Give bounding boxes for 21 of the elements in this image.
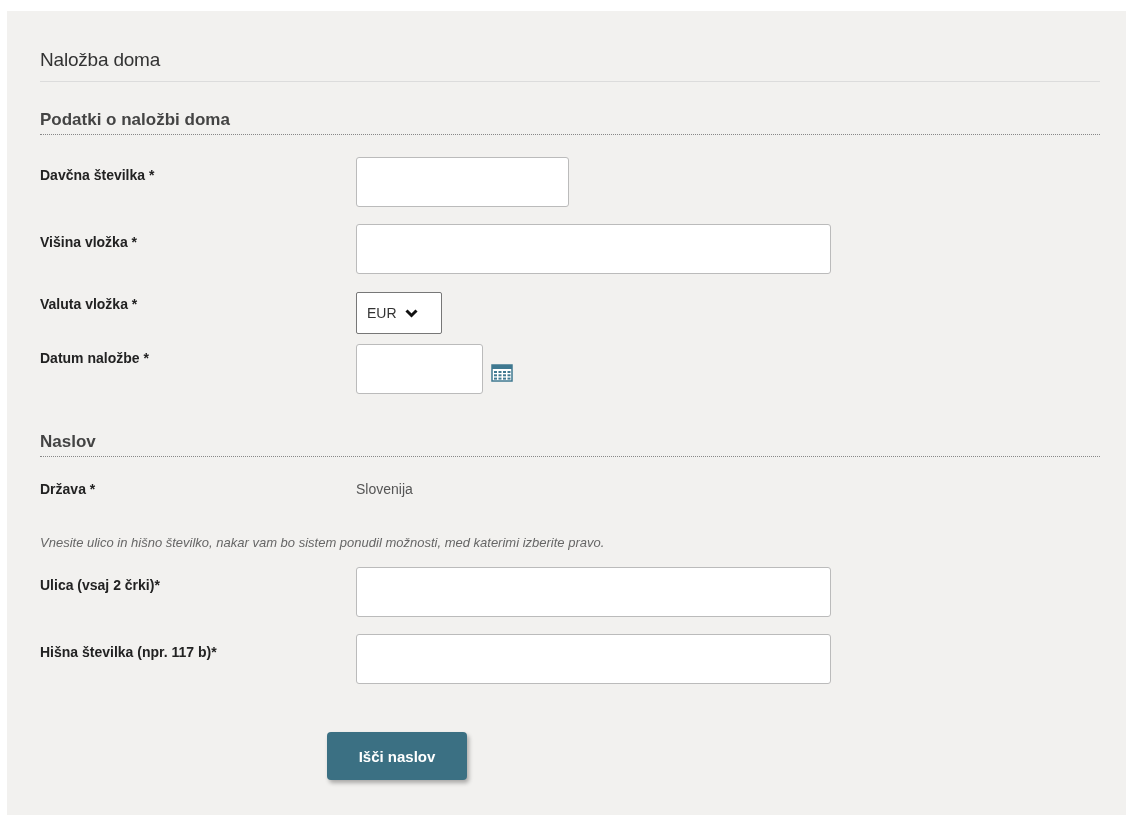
date-field[interactable] (356, 344, 483, 394)
search-address-button[interactable]: Išči naslov (327, 732, 467, 780)
currency-select[interactable]: EUR (356, 292, 442, 334)
section-heading: Naslov (40, 432, 1100, 457)
field-label: Hišna številka (npr. 117 b)* (40, 643, 218, 660)
input-field[interactable] (356, 224, 831, 274)
field-label: Država * (40, 480, 97, 497)
field-label: Ulica (vsaj 2 črki)* (40, 576, 161, 593)
page-title: Naložba doma (40, 49, 1100, 82)
chevron-down-icon (404, 308, 418, 318)
hint-text: Vnesite ulico in hišno številko, nakar vam bo sistem ponudil možnosti, med katerimi izberite pravo. (40, 535, 606, 550)
input-field[interactable] (356, 567, 831, 617)
input-field[interactable] (356, 634, 831, 684)
calendar-icon[interactable] (491, 362, 513, 382)
section-heading: Podatki o naložbi doma (40, 110, 1100, 135)
field-value: Slovenija (356, 480, 413, 497)
field-label: Višina vložka * (40, 233, 138, 250)
field-label: Davčna številka * (40, 166, 156, 183)
field-label: Valuta vložka * (40, 295, 139, 312)
field-label: Datum naložbe * (40, 349, 150, 366)
input-field[interactable] (356, 157, 569, 207)
